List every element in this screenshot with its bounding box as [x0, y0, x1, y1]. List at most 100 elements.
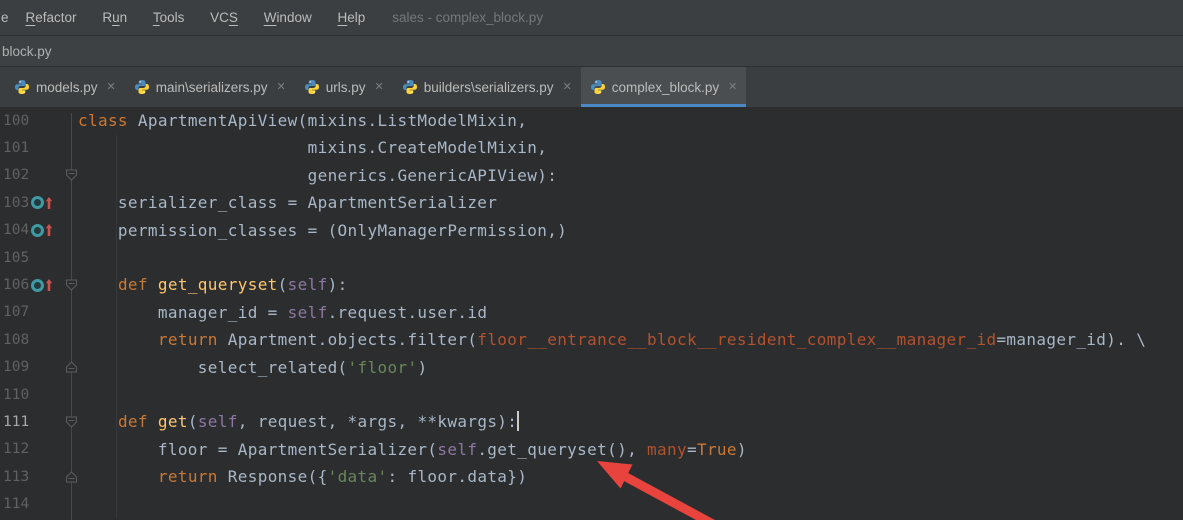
code-text[interactable]: def get(self, request, *args, **kwargs): [78, 408, 519, 435]
menu-bar: e Refactor Run Tools VCS Window Help sal… [0, 0, 1183, 36]
code-text[interactable]: permission_classes = (OnlyManagerPermiss… [78, 217, 567, 244]
editor-gutter[interactable]: 106 [0, 271, 78, 298]
override-marker-icon[interactable] [31, 223, 53, 237]
line-number[interactable]: 102 [0, 167, 29, 183]
menu-item-run[interactable]: Run [91, 10, 138, 25]
line-number[interactable]: 113 [0, 469, 29, 485]
line-number[interactable]: 109 [0, 359, 29, 375]
editor-tab-urls-py[interactable]: urls.py ✕ [295, 67, 393, 107]
code-text[interactable]: return Response({'data': floor.data}) [78, 463, 527, 490]
line-number[interactable]: 107 [0, 304, 29, 320]
editor-line[interactable]: 109 select_related('floor') [0, 354, 1183, 381]
tab-close-icon[interactable]: ✕ [375, 82, 384, 93]
python-file-icon [304, 79, 320, 95]
editor-line[interactable]: 103 serializer_class = ApartmentSerializ… [0, 189, 1183, 216]
code-text[interactable]: select_related('floor') [78, 354, 427, 381]
line-number[interactable]: 103 [0, 195, 29, 211]
editor-line[interactable]: 100 class ApartmentApiView(mixins.ListMo… [0, 107, 1183, 134]
python-file-icon [134, 79, 150, 95]
code-text[interactable]: def get_queryset(self): [78, 271, 348, 298]
fold-marker-up-icon[interactable] [65, 361, 78, 374]
editor-line[interactable]: 104 permission_classes = (OnlyManagerPer… [0, 217, 1183, 244]
breadcrumb-bar: block.py [0, 36, 1183, 67]
breadcrumb[interactable]: block.py [2, 44, 52, 59]
tab-label: builders\serializers.py [424, 80, 554, 95]
editor-line[interactable]: 113 return Response({'data': floor.data}… [0, 463, 1183, 490]
fold-marker-down-icon[interactable] [65, 169, 78, 182]
code-text[interactable]: serializer_class = ApartmentSerializer [78, 189, 497, 216]
fold-marker-down-icon[interactable] [65, 279, 78, 292]
fold-marker-down-icon[interactable] [65, 415, 78, 428]
code-editor[interactable]: 100 class ApartmentApiView(mixins.ListMo… [0, 107, 1183, 520]
line-number[interactable]: 101 [0, 140, 29, 156]
pycharm-window: { "window": { "title": "sales - complex_… [0, 0, 1183, 520]
tab-close-icon[interactable]: ✕ [277, 82, 286, 93]
text-caret [517, 411, 519, 431]
override-marker-icon[interactable] [31, 278, 53, 292]
editor-gutter[interactable]: 112 [0, 436, 78, 463]
editor-tab-builders-serializers-py[interactable]: builders\serializers.py ✕ [393, 67, 581, 107]
editor-gutter[interactable]: 114 [0, 490, 78, 517]
editor-line[interactable]: 106 def get_queryset(self): [0, 271, 1183, 298]
window-title: sales - complex_block.py [392, 10, 543, 25]
editor-line[interactable]: 111 def get(self, request, *args, **kwar… [0, 408, 1183, 435]
editor-gutter[interactable]: 110 [0, 381, 78, 408]
tab-label: main\serializers.py [156, 80, 268, 95]
editor-line[interactable]: 107 manager_id = self.request.user.id [0, 299, 1183, 326]
editor-gutter[interactable]: 108 [0, 326, 78, 353]
editor-gutter[interactable]: 101 [0, 134, 78, 161]
editor-line[interactable]: 108 return Apartment.objects.filter(floo… [0, 326, 1183, 353]
editor-gutter[interactable]: 100 [0, 107, 78, 134]
python-file-icon [590, 79, 606, 95]
editor-gutter[interactable]: 105 [0, 244, 78, 271]
line-number[interactable]: 104 [0, 222, 29, 238]
menu-item-cutoff[interactable]: e [0, 10, 15, 25]
tab-close-icon[interactable]: ✕ [107, 82, 116, 93]
menu-item-help[interactable]: Help [326, 10, 376, 25]
editor-tab-models-py[interactable]: models.py ✕ [5, 67, 125, 107]
tab-label: complex_block.py [612, 80, 719, 95]
menu-item-tools[interactable]: Tools [142, 10, 196, 25]
editor-line[interactable]: 102 generics.GenericAPIView): [0, 162, 1183, 189]
line-number[interactable]: 114 [0, 496, 29, 512]
code-text[interactable]: mixins.CreateModelMixin, [78, 134, 547, 161]
editor-line[interactable]: 114 [0, 490, 1183, 517]
tab-close-icon[interactable]: ✕ [728, 82, 737, 93]
python-file-icon [402, 79, 418, 95]
editor-gutter[interactable]: 109 [0, 354, 78, 381]
override-marker-icon[interactable] [31, 196, 53, 210]
line-number[interactable]: 106 [0, 277, 29, 293]
editor-gutter[interactable]: 102 [0, 162, 78, 189]
editor-line[interactable]: 105 [0, 244, 1183, 271]
code-text[interactable]: return Apartment.objects.filter(floor__e… [78, 326, 1146, 353]
editor-gutter[interactable]: 107 [0, 299, 78, 326]
line-number[interactable]: 112 [0, 441, 29, 457]
code-text[interactable]: class ApartmentApiView(mixins.ListModelM… [78, 107, 527, 134]
menu-items: Refactor Run Tools VCS Window Help [15, 10, 377, 25]
line-number[interactable]: 100 [0, 113, 29, 129]
line-number[interactable]: 111 [0, 414, 29, 430]
code-text[interactable]: floor = ApartmentSerializer(self.get_que… [78, 436, 747, 463]
editor-gutter[interactable]: 104 [0, 217, 78, 244]
code-text[interactable]: manager_id = self.request.user.id [78, 299, 487, 326]
editor-tab-main-serializers-py[interactable]: main\serializers.py ✕ [125, 67, 295, 107]
tab-label: urls.py [326, 80, 366, 95]
editor-line[interactable]: 110 [0, 381, 1183, 408]
editor-tab-complex-block-py[interactable]: complex_block.py ✕ [581, 67, 747, 107]
code-text[interactable]: generics.GenericAPIView): [78, 162, 557, 189]
tab-label: models.py [36, 80, 98, 95]
editor-gutter[interactable]: 111 [0, 408, 78, 435]
editor-line[interactable]: 112 floor = ApartmentSerializer(self.get… [0, 436, 1183, 463]
editor-gutter[interactable]: 113 [0, 463, 78, 490]
line-number[interactable]: 105 [0, 250, 29, 266]
editor-gutter[interactable]: 103 [0, 189, 78, 216]
line-number[interactable]: 108 [0, 332, 29, 348]
line-number[interactable]: 110 [0, 387, 29, 403]
python-file-icon [14, 79, 30, 95]
editor-line[interactable]: 101 mixins.CreateModelMixin, [0, 134, 1183, 161]
tab-close-icon[interactable]: ✕ [563, 82, 572, 93]
menu-item-window[interactable]: Window [253, 10, 323, 25]
fold-marker-up-icon[interactable] [65, 470, 78, 483]
menu-item-refactor[interactable]: Refactor [15, 10, 88, 25]
menu-item-vcs[interactable]: VCS [199, 10, 249, 25]
